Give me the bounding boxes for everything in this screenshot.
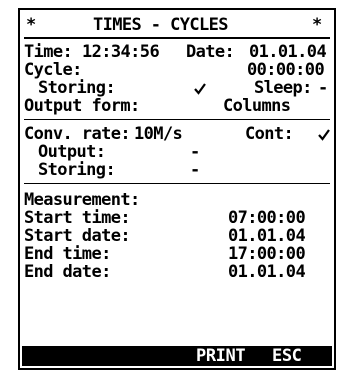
measurement-heading: Measurement: [24,190,140,210]
conv-rate-value[interactable]: 10M/s [134,125,183,143]
section-divider-2 [24,183,330,184]
output-form-value[interactable]: Columns [223,97,291,115]
output-form-label: Output form: [24,96,140,116]
date-value[interactable]: 01.01.04 [249,43,327,61]
end-time-value[interactable]: 17:00:00 [228,245,306,263]
end-date-label: End date: [24,262,111,282]
start-date-value[interactable]: 01.01.04 [228,227,306,245]
end-date-value[interactable]: 01.01.04 [228,263,306,281]
print-softkey[interactable]: PRINT [196,346,246,366]
time-label: Time: [24,42,73,62]
sleep-value[interactable]: - [318,79,328,97]
conv-output-label: Output: [38,142,106,162]
cycle-value[interactable]: 00:00:00 [247,61,325,79]
cont-check-icon[interactable] [318,129,330,141]
header-left-marker: * [26,15,36,35]
conv-rate-label: Conv. rate: [24,124,131,144]
sleep-label: Sleep: [254,78,312,98]
start-time-value[interactable]: 07:00:00 [228,209,306,227]
date-label: Date: [186,42,235,62]
header-divider [24,37,330,39]
cont-label: Cont: [245,124,294,144]
end-time-label: End time: [24,244,111,264]
esc-softkey[interactable]: ESC [272,346,302,366]
conv-storing-label: Storing: [38,160,116,180]
start-time-label: Start time: [24,208,131,228]
section-divider-1 [24,119,330,120]
page-title: TIMES - CYCLES [93,15,228,35]
conv-storing-value[interactable]: - [190,161,200,179]
conv-output-value[interactable]: - [190,143,200,161]
cycle-storing-check-icon[interactable] [194,83,206,95]
time-value[interactable]: 12:34:56 [82,43,160,61]
start-date-label: Start date: [24,226,131,246]
cycle-label: Cycle: [24,60,82,80]
lcd-screen: * TIMES - CYCLES * Time: 12:34:56 Date: … [18,8,336,370]
cycle-storing-label: Storing: [38,78,116,98]
header-right-marker: * [312,15,322,35]
softkey-bar: PRINT ESC [22,346,332,366]
